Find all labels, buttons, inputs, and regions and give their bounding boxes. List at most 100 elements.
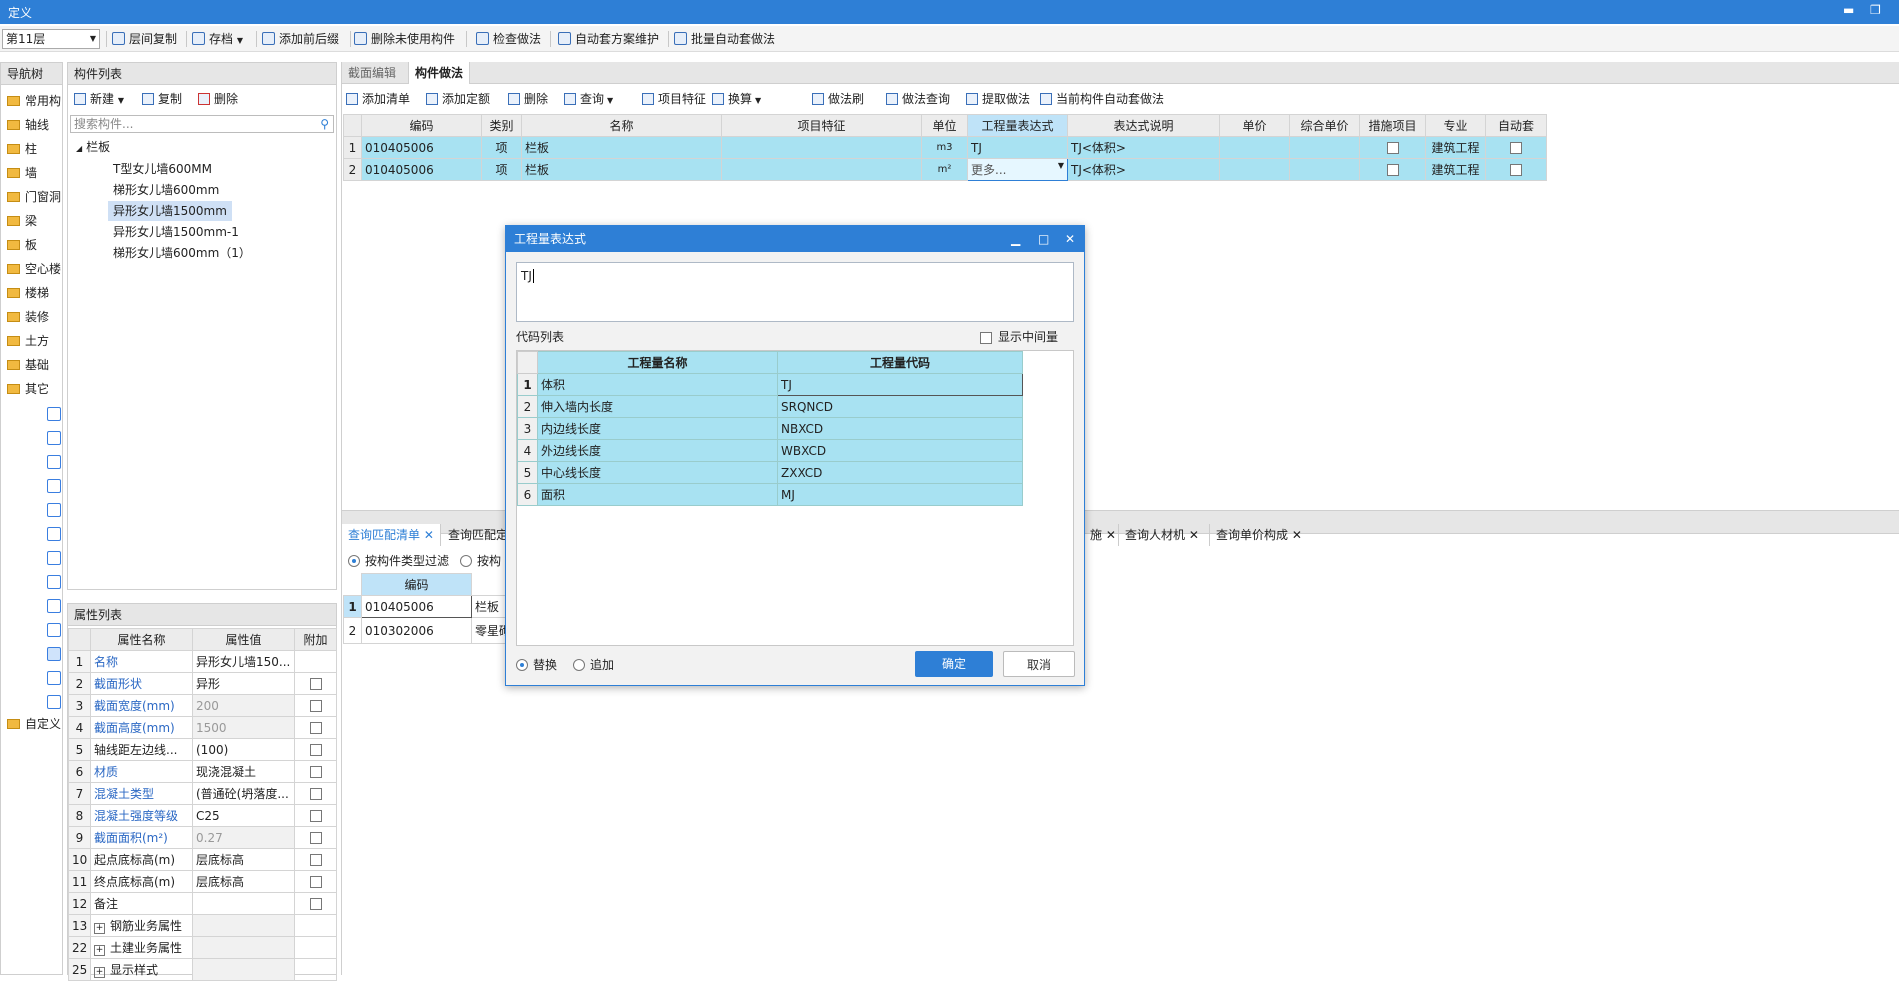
- component-item[interactable]: 梯形女儿墙600mm: [108, 180, 224, 200]
- parapet-icon[interactable]: [47, 551, 61, 565]
- property-row[interactable]: 4 截面高度(mm) 1500: [68, 716, 337, 739]
- property-value[interactable]: (100): [192, 738, 295, 761]
- property-row[interactable]: 3 截面宽度(mm) 200: [68, 694, 337, 717]
- property-row[interactable]: 12 备注: [68, 892, 337, 915]
- property-group-row[interactable]: 13 + 钢筋业务属性: [68, 914, 337, 937]
- property-row[interactable]: 11 终点底标高(m) 层底标高: [68, 870, 337, 893]
- wall-line-icon[interactable]: [47, 431, 61, 445]
- property-row[interactable]: 7 混凝土类型 (普通砼(坍落度...: [68, 782, 337, 805]
- auto-scheme-button[interactable]: 自动套方案维护: [558, 31, 659, 47]
- property-row[interactable]: 2 截面形状 异形: [68, 672, 337, 695]
- property-row[interactable]: 9 截面面积(m²) 0.27: [68, 826, 337, 849]
- nav-item-custom[interactable]: 自定义: [7, 714, 61, 734]
- close-icon[interactable]: ✕: [424, 528, 434, 542]
- quantity-code-cell[interactable]: WBXCD: [777, 439, 1023, 462]
- match-row[interactable]: 2 010302006 零星砌: [343, 617, 514, 644]
- window-icon[interactable]: [47, 455, 61, 469]
- quantity-name-cell[interactable]: 中心线长度: [537, 461, 778, 484]
- property-value[interactable]: 层底标高: [192, 870, 295, 893]
- extra-checkbox[interactable]: [309, 722, 322, 734]
- query-button[interactable]: 查询 ▼: [564, 91, 613, 107]
- property-value[interactable]: (普通砼(坍落度...: [192, 782, 295, 805]
- close-icon[interactable]: ✕: [1189, 528, 1199, 542]
- match-code-cell[interactable]: 010302006: [361, 617, 472, 644]
- nav-item[interactable]: 空心楼: [7, 259, 61, 279]
- name-cell[interactable]: 栏板: [521, 136, 722, 159]
- measure-checkbox[interactable]: [1386, 164, 1399, 176]
- method-row[interactable]: 1 010405006 项栏板 m3 TJ TJ<体积> 建筑工程: [343, 136, 1547, 159]
- extra-checkbox[interactable]: [309, 700, 322, 712]
- chevron-down-icon[interactable]: ▼: [1058, 161, 1064, 170]
- copy-button[interactable]: 复制: [142, 91, 182, 107]
- mesh-icon[interactable]: [47, 623, 61, 637]
- add-quota-button[interactable]: 添加定额: [426, 91, 490, 107]
- parapet-selected-icon[interactable]: [47, 647, 61, 661]
- restore-icon[interactable]: ❐: [1870, 3, 1881, 17]
- auto-checkbox[interactable]: [1510, 142, 1522, 154]
- property-value[interactable]: [192, 892, 295, 915]
- tab-section-edit[interactable]: 截面编辑: [342, 62, 402, 84]
- convert-button[interactable]: 换算 ▼: [712, 91, 761, 107]
- show-intermediate-checkbox[interactable]: 显示中间量: [980, 328, 1058, 345]
- auto-checkbox[interactable]: [1510, 164, 1522, 176]
- match-code-cell[interactable]: 010405006: [361, 595, 472, 618]
- major-cell[interactable]: 建筑工程: [1425, 136, 1486, 159]
- check-method-button[interactable]: 检查做法: [476, 31, 541, 47]
- delete-button[interactable]: 删除: [508, 91, 548, 107]
- new-button[interactable]: 新建 ▼: [74, 91, 124, 107]
- code-cell[interactable]: 010405006: [361, 136, 482, 159]
- quantity-name-cell[interactable]: 内边线长度: [537, 417, 778, 440]
- major-cell[interactable]: 建筑工程: [1425, 158, 1486, 181]
- code-row[interactable]: 3 内边线长度 NBXCD: [517, 417, 1023, 440]
- stair-icon[interactable]: [47, 527, 61, 541]
- extra-checkbox[interactable]: [309, 678, 322, 690]
- nav-item[interactable]: 柱: [7, 139, 37, 159]
- measure-checkbox[interactable]: [1386, 142, 1399, 154]
- combined-price-cell[interactable]: [1289, 136, 1360, 159]
- property-value[interactable]: 现浇混凝土: [192, 760, 295, 783]
- nav-item[interactable]: 板: [7, 235, 37, 255]
- maximize-icon[interactable]: □: [1038, 226, 1049, 252]
- extra-checkbox[interactable]: [309, 810, 322, 822]
- nav-item[interactable]: 梁: [7, 211, 37, 231]
- nav-item[interactable]: 其它: [7, 379, 49, 399]
- quantity-name-cell[interactable]: 体积: [537, 373, 778, 396]
- add-list-button[interactable]: 添加清单: [346, 91, 410, 107]
- category-cell[interactable]: 项: [481, 158, 522, 181]
- tab-query-unit-price[interactable]: 查询单价构成 ✕: [1209, 524, 1308, 546]
- component-item[interactable]: T型女儿墙600MM: [108, 159, 217, 179]
- code-cell[interactable]: 010405006: [361, 158, 482, 181]
- roof-icon[interactable]: [47, 599, 61, 613]
- expand-icon[interactable]: +: [94, 923, 105, 934]
- cancel-button[interactable]: 取消: [1003, 651, 1075, 677]
- component-item[interactable]: 异形女儿墙1500mm: [108, 201, 232, 221]
- add-prefix-suffix-button[interactable]: 添加前后缀: [262, 31, 339, 47]
- extract-method-button[interactable]: 提取做法: [966, 91, 1030, 107]
- ok-button[interactable]: 确定: [915, 651, 993, 677]
- code-row[interactable]: 1 体积 TJ: [517, 373, 1023, 396]
- nav-item[interactable]: 楼梯: [7, 283, 49, 303]
- nav-item[interactable]: 装修: [7, 307, 49, 327]
- method-brush-button[interactable]: 做法刷: [812, 91, 864, 107]
- close-icon[interactable]: ✕: [1106, 528, 1116, 542]
- property-row[interactable]: 6 材质 现浇混凝土: [68, 760, 337, 783]
- method-row[interactable]: 2 010405006 项栏板 m² 更多... ▼ TJ<体积> 建筑工程: [343, 158, 1547, 181]
- expand-icon[interactable]: +: [94, 967, 105, 978]
- expression-input[interactable]: TJ: [516, 262, 1074, 322]
- expression-cell[interactable]: 更多... ▼: [967, 158, 1068, 181]
- component-search-input[interactable]: 搜索构件... ⚲: [70, 115, 334, 133]
- extra-checkbox[interactable]: [309, 854, 322, 866]
- extra-checkbox[interactable]: [309, 766, 322, 778]
- minimize-icon[interactable]: ▁: [1011, 226, 1020, 252]
- close-icon[interactable]: ✕: [1065, 226, 1075, 252]
- name-cell[interactable]: 栏板: [521, 158, 722, 181]
- unit-cell[interactable]: m²: [921, 158, 968, 181]
- nav-item[interactable]: 土方: [7, 331, 49, 351]
- filter-by-type-radio[interactable]: 按构件类型过滤: [348, 552, 449, 569]
- quantity-code-cell[interactable]: MJ: [777, 483, 1023, 506]
- step-icon[interactable]: [47, 575, 61, 589]
- tab-query-material[interactable]: 查询人材机 ✕: [1118, 524, 1205, 546]
- floor-select[interactable]: 第11层 ▼: [2, 29, 100, 49]
- property-group-row[interactable]: 25 + 显示样式: [68, 958, 337, 981]
- combined-price-cell[interactable]: [1289, 158, 1360, 181]
